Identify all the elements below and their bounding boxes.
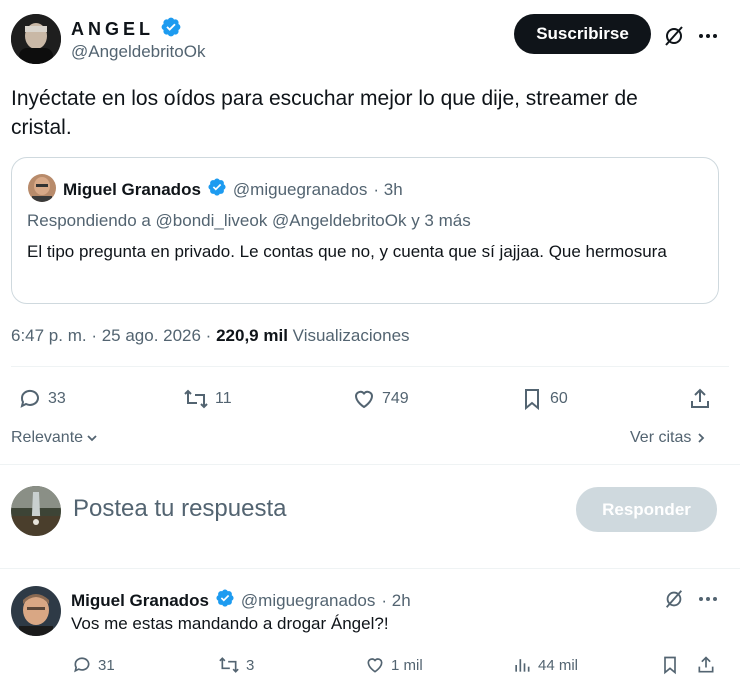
- reply-time[interactable]: · 2h: [381, 591, 410, 611]
- bookmark-action[interactable]: 60: [520, 387, 568, 411]
- bookmark-icon: [664, 656, 676, 675]
- retweet-action[interactable]: 11: [183, 387, 232, 411]
- chevron-right-icon: [698, 433, 705, 443]
- reply-author-avatar[interactable]: [11, 586, 61, 636]
- retweet-count: 11: [215, 390, 232, 407]
- reply-verified-badge-icon: [215, 588, 235, 613]
- reply-input[interactable]: Postea tu respuesta: [73, 495, 286, 523]
- divider: [0, 464, 740, 465]
- reply-grok-icon[interactable]: [660, 585, 688, 613]
- share-action[interactable]: [688, 387, 712, 411]
- like-action[interactable]: 749: [352, 387, 409, 411]
- author-display-name[interactable]: ANGEL: [71, 19, 154, 40]
- like-count: 749: [382, 390, 409, 407]
- reply-reply-action[interactable]: 31: [72, 655, 115, 675]
- share-icon: [691, 388, 709, 408]
- reply-views-action[interactable]: 44 mil: [512, 655, 578, 675]
- quote-time: · 3h: [373, 179, 403, 199]
- more-options-icon[interactable]: [694, 22, 722, 50]
- author-handle[interactable]: @AngeldebritoOk: [71, 42, 205, 62]
- subscribe-button[interactable]: Suscribirse: [514, 14, 651, 54]
- grok-icon[interactable]: [660, 22, 688, 50]
- tweet-text: Inyéctate en los oídos para escuchar mej…: [11, 87, 638, 139]
- retweet-icon: [184, 389, 208, 409]
- reply-reply-count: 31: [98, 656, 115, 674]
- divider: [0, 568, 740, 569]
- divider: [11, 366, 729, 367]
- view-quotes-label: Ver citas: [630, 429, 692, 446]
- reply-retweet-action[interactable]: 3: [218, 655, 254, 675]
- tweet-timestamp[interactable]: 6:47 p. m. · 25 ago. 2026 ·: [11, 326, 211, 345]
- reply-more-options-icon[interactable]: [694, 585, 722, 613]
- bookmark-count: 60: [550, 390, 568, 407]
- heart-icon: [367, 658, 383, 673]
- quote-avatar: [28, 174, 56, 202]
- reply-icon: [20, 389, 39, 408]
- view-quotes-link[interactable]: Ver citas: [630, 429, 707, 447]
- reply-submit-button[interactable]: Responder: [576, 487, 717, 532]
- quoted-tweet[interactable]: Miguel Granados @miguegranados · 3h Resp…: [11, 157, 719, 304]
- reply-share-action[interactable]: [696, 655, 716, 675]
- reply-views-count: 44 mil: [538, 656, 579, 674]
- tweet-meta: 6:47 p. m. · 25 ago. 2026 · 220,9 mil Vi…: [11, 326, 410, 346]
- sort-dropdown[interactable]: Relevante: [11, 429, 99, 447]
- heart-icon: [354, 390, 374, 409]
- chevron-down-icon: [87, 435, 97, 442]
- views-icon: [515, 659, 530, 672]
- quote-replying-to: Respondiendo a @bondi_liveok @Angeldebri…: [27, 211, 471, 230]
- quote-header: Miguel Granados @miguegranados · 3h: [63, 177, 403, 202]
- reply-retweet-count: 3: [246, 656, 255, 674]
- reply-bookmark-action[interactable]: [660, 655, 680, 675]
- reply-like-action[interactable]: 1 mil: [365, 655, 423, 675]
- reply-display-name[interactable]: Miguel Granados: [71, 591, 209, 611]
- reply-icon: [74, 657, 90, 673]
- reply-count: 33: [48, 390, 66, 407]
- share-icon: [698, 656, 714, 673]
- views-label: Visualizaciones: [292, 326, 410, 345]
- bookmark-icon: [525, 389, 539, 411]
- reply-header: Miguel Granados @miguegranados · 2h: [71, 588, 411, 613]
- reply-action[interactable]: 33: [18, 387, 66, 411]
- quote-handle: @miguegranados: [232, 179, 368, 199]
- reply-like-count: 1 mil: [391, 656, 423, 674]
- quote-display-name: Miguel Granados: [63, 179, 201, 199]
- views-count: 220,9 mil: [216, 326, 288, 345]
- quote-verified-badge-icon: [207, 177, 227, 202]
- author-avatar[interactable]: [11, 14, 61, 64]
- reply-handle[interactable]: @miguegranados: [241, 591, 375, 611]
- verified-badge-icon: [160, 16, 182, 43]
- reply-text: Vos me estas mandando a drogar Ángel?!: [71, 614, 389, 633]
- quote-text: El tipo pregunta en privado. Le contas q…: [27, 242, 667, 261]
- sort-label: Relevante: [11, 429, 84, 446]
- user-avatar[interactable]: [11, 486, 61, 536]
- author-name-row: ANGEL: [71, 16, 182, 43]
- retweet-icon: [219, 657, 239, 673]
